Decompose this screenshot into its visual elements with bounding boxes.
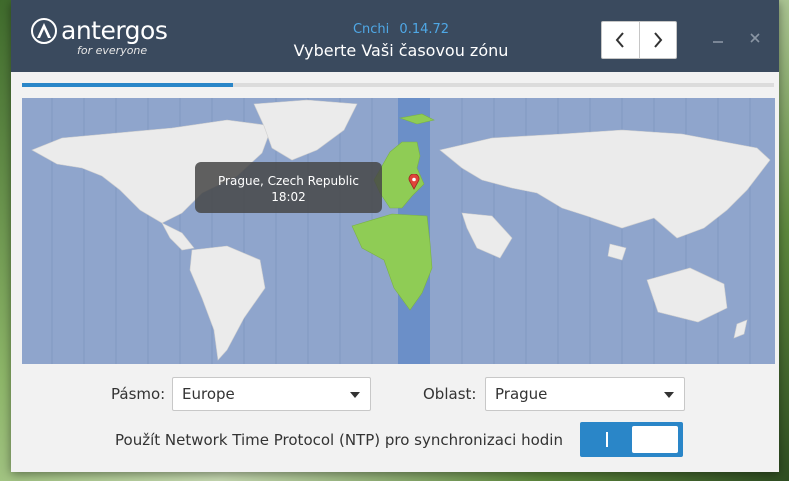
forward-button[interactable] <box>638 22 677 58</box>
app-name: Cnchi <box>352 22 390 37</box>
toggle-knob <box>632 426 678 453</box>
back-button[interactable] <box>602 22 639 58</box>
install-progress-fill <box>22 83 233 87</box>
zone-label: Pásmo: <box>111 385 166 403</box>
navigation-buttons <box>601 21 677 59</box>
antergos-logo-icon <box>31 18 57 44</box>
close-icon <box>750 33 760 43</box>
version-number: 0.14.72 <box>399 22 450 37</box>
world-map <box>31 98 771 364</box>
dropdown-arrow-icon <box>664 392 674 398</box>
title-area: Cnchi 0.14.72 Vyberte Vaši časovou zónu <box>211 22 591 60</box>
page-title: Vyberte Vaši časovou zónu <box>293 41 509 60</box>
ntp-label: Použít Network Time Protocol (NTP) pro s… <box>115 431 563 449</box>
location-tooltip: Prague, Czech Republic 18:02 <box>195 162 382 213</box>
minimize-icon <box>713 41 723 43</box>
antergos-logo: antergos for everyone <box>31 16 171 62</box>
minimize-button[interactable] <box>712 32 724 48</box>
zone-select-value: Europe <box>182 385 235 403</box>
tooltip-time: 18:02 <box>271 190 306 204</box>
header-bar: antergos for everyone Cnchi 0.14.72 Vybe… <box>11 0 779 72</box>
chevron-left-icon <box>615 32 625 48</box>
dropdown-arrow-icon <box>350 392 360 398</box>
region-label: Oblast: <box>423 385 477 403</box>
ntp-toggle-switch[interactable] <box>580 422 683 457</box>
chevron-right-icon <box>653 32 663 48</box>
logo-tagline: for everyone <box>77 44 148 57</box>
tooltip-location: Prague, Czech Republic <box>218 174 359 188</box>
timezone-map[interactable]: Prague, Czech Republic 18:02 <box>22 98 775 364</box>
install-progress-bar <box>22 83 774 87</box>
app-version: Cnchi 0.14.72 <box>211 22 591 39</box>
region-select[interactable]: Prague <box>485 377 685 411</box>
toggle-on-indicator <box>606 432 608 447</box>
location-pin-icon-shape <box>408 174 420 190</box>
installer-window: antergos for everyone Cnchi 0.14.72 Vybe… <box>11 0 779 472</box>
zone-select[interactable]: Europe <box>172 377 371 411</box>
logo-wordmark: antergos <box>61 16 168 45</box>
region-select-value: Prague <box>495 385 548 403</box>
close-button[interactable] <box>749 32 761 48</box>
